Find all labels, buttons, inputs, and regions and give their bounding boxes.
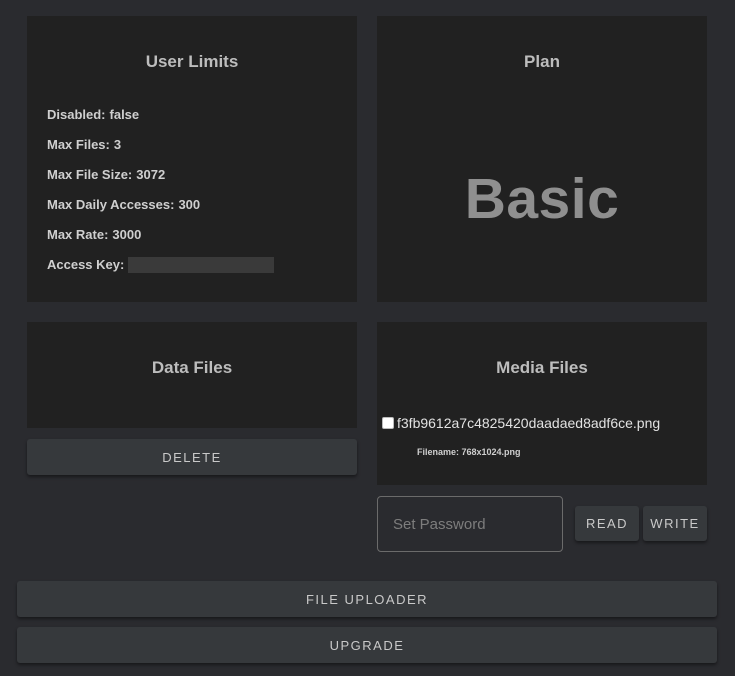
access-key-label: Access Key: [47, 257, 125, 272]
page: User Limits Disabled: false Max Files: 3… [0, 0, 735, 676]
delete-button[interactable]: DELETE [27, 439, 357, 475]
access-key-redacted [128, 257, 275, 273]
limit-value: false [109, 107, 140, 122]
limit-value: 3000 [112, 227, 142, 242]
limit-row-max-file-size: Max File Size: 3072 [47, 168, 274, 198]
user-limits-card: User Limits Disabled: false Max Files: 3… [27, 16, 357, 302]
limit-row-max-daily-accesses: Max Daily Accesses: 300 [47, 198, 274, 228]
limit-value: 3 [113, 137, 122, 152]
media-file-item: f3fb9612a7c4825420daadaed8adf6ce.png [382, 415, 660, 431]
write-button[interactable]: WRITE [643, 506, 707, 541]
limit-row-disabled: Disabled: false [47, 108, 274, 138]
media-files-card: Media Files f3fb9612a7c4825420daadaed8ad… [377, 322, 707, 485]
file-uploader-button[interactable]: FILE UPLOADER [17, 581, 717, 617]
plan-title: Plan [524, 52, 560, 71]
limit-label: Max Daily Accesses: [47, 197, 175, 212]
media-files-title: Media Files [496, 358, 588, 377]
limits-list: Disabled: false Max Files: 3 Max File Si… [47, 108, 275, 288]
limit-value: 3072 [136, 167, 166, 182]
user-limits-title: User Limits [145, 52, 239, 71]
limit-row-max-rate: Max Rate: 3000 [47, 228, 274, 258]
limit-row-access-key: Access Key: [47, 257, 275, 288]
plan-value: Basic [464, 167, 620, 231]
upgrade-button[interactable]: UPGRADE [17, 627, 717, 663]
limit-value: 300 [178, 197, 201, 212]
data-files-card: Data Files [27, 322, 357, 428]
limit-label: Disabled: [47, 107, 106, 122]
media-file-meta: Filename: 768x1024.png [417, 447, 521, 457]
plan-card: Plan Basic [377, 16, 707, 302]
limit-row-max-files: Max Files: 3 [47, 138, 274, 168]
limit-label: Max File Size: [47, 167, 133, 182]
limit-label: Max Rate: [47, 227, 109, 242]
media-file-checkbox[interactable] [382, 417, 394, 429]
set-password-input[interactable]: Set Password [377, 496, 563, 552]
read-button[interactable]: READ [575, 506, 639, 541]
media-file-name[interactable]: f3fb9612a7c4825420daadaed8adf6ce.png [397, 415, 660, 431]
limit-label: Max Files: [47, 137, 110, 152]
data-files-title: Data Files [151, 358, 233, 377]
